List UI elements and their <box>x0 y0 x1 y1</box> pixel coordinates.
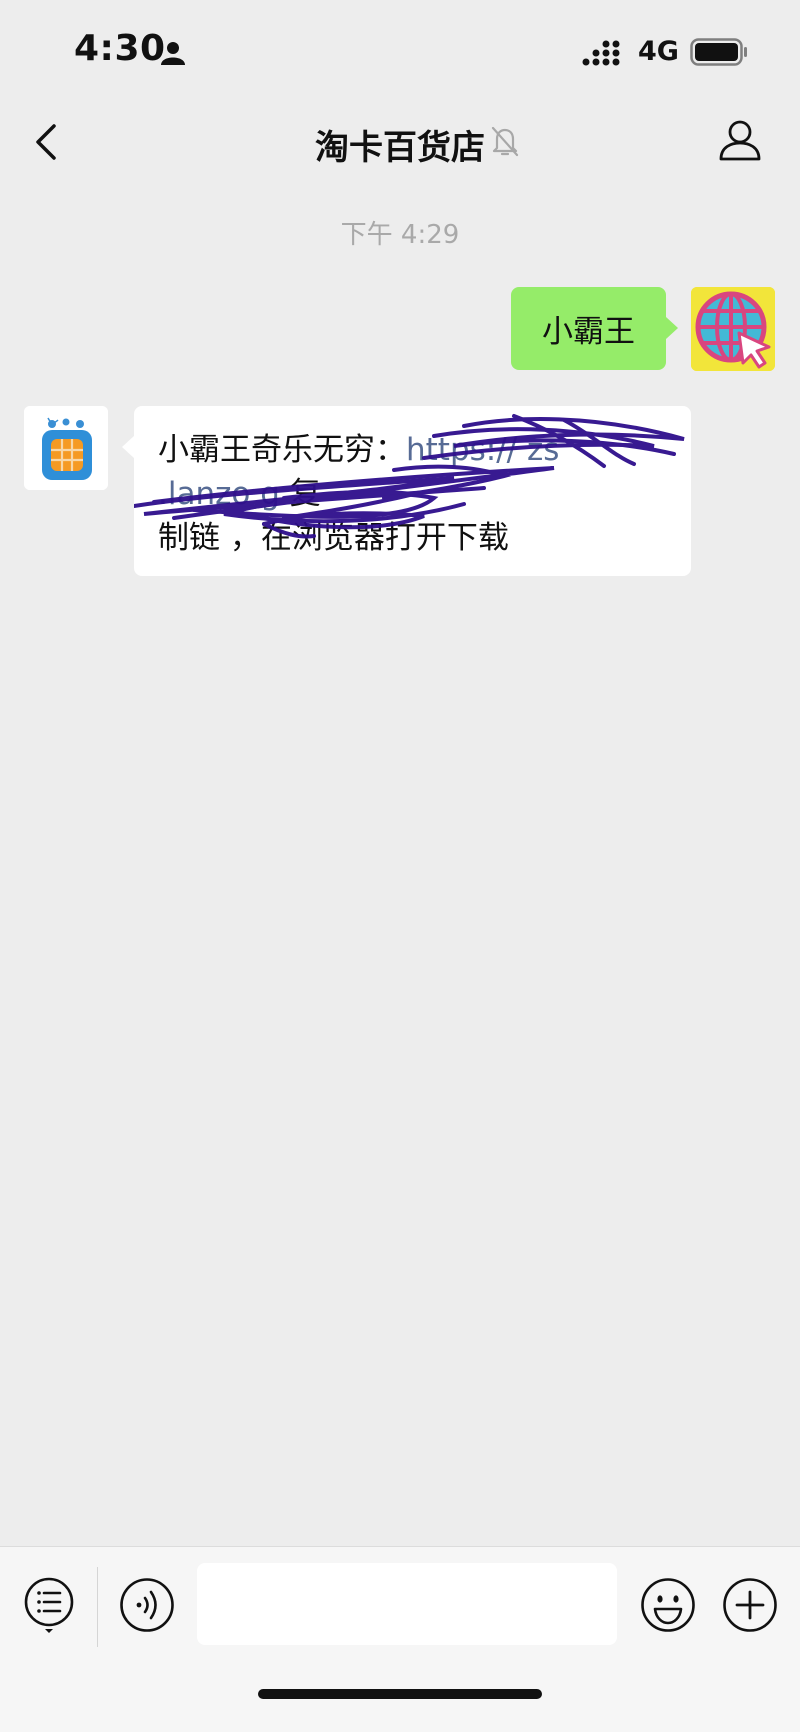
chat-header: 淘卡百货店 <box>0 100 800 184</box>
link-fragment: https:// <box>406 432 518 468</box>
profile-icon[interactable] <box>718 118 762 166</box>
signal-icon <box>582 40 626 72</box>
message-text-line3: ，在 <box>229 520 292 556</box>
sent-message-text: 小霸王 <box>542 314 635 350</box>
menu-list-icon[interactable] <box>24 1577 74 1639</box>
voice-icon[interactable] <box>119 1577 175 1637</box>
network-label: 4G <box>638 36 679 67</box>
status-bar: 4:30 4G <box>0 0 800 100</box>
received-message-bubble[interactable]: 小霸王奇乐无穷：https:// zs .lanzo g 复制链 ，在浏览器打开下… <box>122 406 691 576</box>
message-text-prefix: 小霸王奇乐无穷： <box>158 432 406 468</box>
home-indicator[interactable] <box>258 1689 542 1699</box>
emoji-icon[interactable] <box>640 1577 696 1637</box>
mute-bell-icon <box>490 124 520 162</box>
person-icon <box>160 40 186 70</box>
link-fragment: g <box>260 476 280 512</box>
plus-icon[interactable] <box>722 1577 778 1637</box>
battery-icon <box>690 38 748 70</box>
message-text-after-link: 复 <box>279 476 321 512</box>
divider <box>97 1567 98 1647</box>
message-text-line3: 制链 <box>158 520 220 556</box>
message-text-line3: 浏览器打开下载 <box>291 520 509 556</box>
message-input[interactable] <box>197 1563 617 1645</box>
message-timestamp: 下午 4:29 <box>340 220 460 250</box>
chat-title: 淘卡百货店 <box>315 128 485 168</box>
link-fragment: .lanzo <box>158 476 251 512</box>
globe-cursor-avatar[interactable] <box>691 287 775 371</box>
sim-card-avatar[interactable] <box>24 406 108 490</box>
status-time: 4:30 <box>74 28 166 69</box>
sent-message-bubble[interactable]: 小霸王 <box>511 287 678 370</box>
chat-input-bar <box>0 1546 800 1732</box>
link-fragment: zs <box>526 432 560 468</box>
